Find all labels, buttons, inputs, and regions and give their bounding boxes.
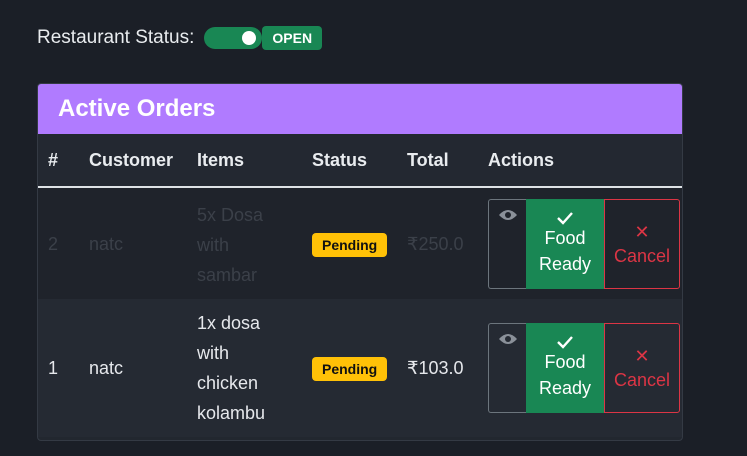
view-order-button[interactable] (488, 323, 526, 413)
check-icon (557, 211, 573, 225)
status-badge: Pending (312, 232, 388, 257)
ready-label-1: Food (544, 352, 586, 372)
order-id: 2 (48, 233, 59, 254)
toggle-knob (242, 31, 257, 45)
item-line: chicken (197, 373, 259, 393)
order-status: Pending (312, 299, 407, 437)
order-items: 1x dosa with chicken kolambu (197, 299, 312, 437)
eye-icon (498, 334, 517, 344)
order-customer: natc (89, 358, 124, 378)
col-actions: Actions (488, 134, 682, 188)
order-id: 1 (48, 358, 59, 378)
restaurant-status-toggle[interactable] (204, 27, 263, 49)
ready-label-2: Ready (538, 378, 592, 398)
active-orders-card: Active Orders # Customer Items Status To… (37, 83, 683, 441)
close-icon: ✕ (634, 221, 650, 242)
open-status-badge: OPEN (262, 26, 323, 50)
table-row: 2 natc 5x Dosa with sambar Pending ₹250.… (38, 187, 682, 299)
ready-label-2: Ready (538, 253, 592, 274)
action-group: Food Ready ✕ Cancel (488, 323, 682, 413)
order-status: Pending (312, 187, 407, 299)
col-customer: Customer (89, 134, 197, 188)
check-icon (557, 336, 573, 349)
card-title: Active Orders (38, 84, 682, 134)
order-actions: Food Ready ✕ Cancel (488, 187, 682, 299)
item-line: with (197, 234, 230, 255)
cancel-order-button[interactable]: ✕ Cancel (604, 198, 680, 289)
restaurant-status-label: Restaurant Status: (37, 27, 195, 48)
item-line: with (197, 343, 230, 363)
order-total: ₹103.0 (407, 358, 464, 378)
restaurant-status-row: Restaurant Status: OPEN (37, 26, 323, 50)
food-ready-button[interactable]: Food Ready (526, 323, 604, 413)
order-items: 5x Dosa with sambar (197, 187, 312, 299)
col-status: Status (312, 134, 407, 188)
col-items: Items (197, 134, 312, 188)
item-line: 1x dosa (197, 313, 261, 333)
table-header-row: # Customer Items Status Total Actions (38, 134, 682, 188)
col-total: Total (407, 134, 488, 188)
item-line: 5x Dosa (197, 204, 264, 225)
order-customer: natc (89, 233, 124, 254)
food-ready-button[interactable]: Food Ready (526, 198, 604, 289)
orders-table: # Customer Items Status Total Actions 2 … (38, 134, 682, 437)
item-line: kolambu (197, 403, 266, 423)
close-icon: ✕ (634, 346, 650, 366)
cancel-order-button[interactable]: ✕ Cancel (604, 323, 680, 413)
order-actions: Food Ready ✕ Cancel (488, 299, 682, 437)
status-badge: Pending (312, 357, 388, 381)
order-total: ₹250.0 (407, 233, 464, 254)
ready-label-1: Food (544, 227, 586, 248)
view-order-button[interactable] (488, 198, 526, 289)
action-group: Food Ready ✕ Cancel (488, 198, 682, 289)
cancel-label: Cancel (613, 245, 671, 266)
col-id: # (38, 134, 89, 188)
cancel-label: Cancel (613, 370, 671, 390)
table-row: 1 natc 1x dosa with chicken kolambu Pend… (38, 299, 682, 437)
item-line: sambar (197, 264, 258, 285)
eye-icon (498, 209, 517, 220)
